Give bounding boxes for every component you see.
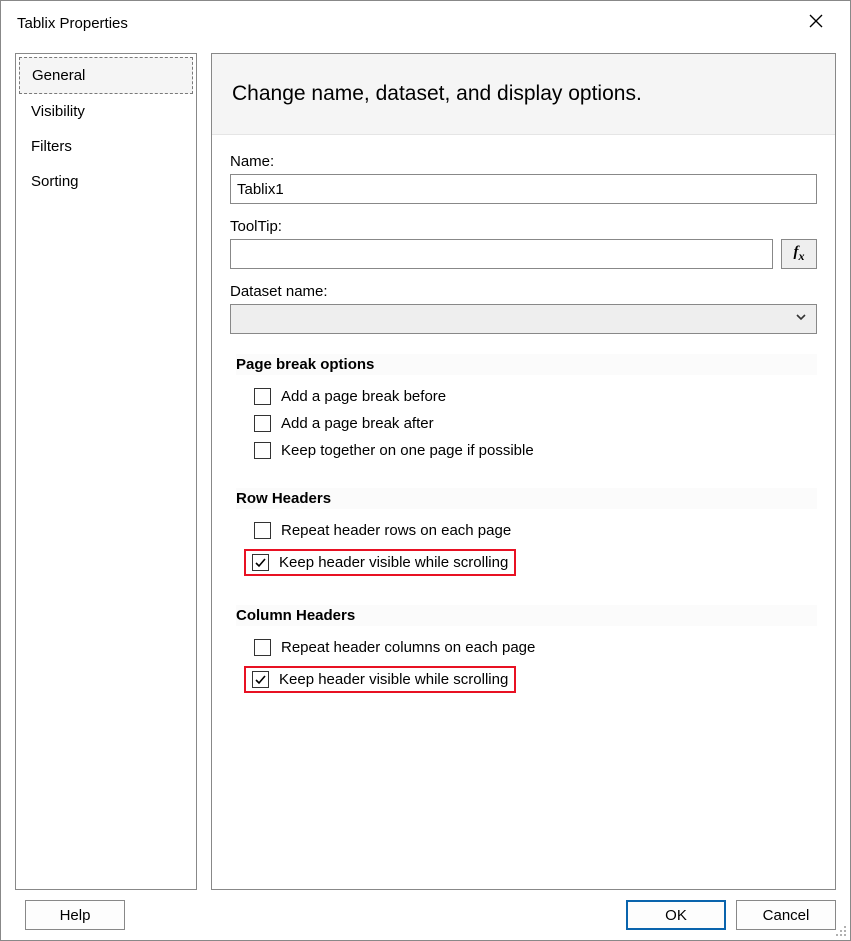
chevron-down-icon xyxy=(794,310,808,328)
titlebar: Tablix Properties xyxy=(1,1,850,45)
tooltip-expression-button[interactable]: fx xyxy=(781,239,817,269)
opt-keep-together[interactable]: Keep together on one page if possible xyxy=(230,437,817,464)
section-row-headers-title: Row Headers xyxy=(236,488,817,509)
checkbox-icon xyxy=(254,388,271,405)
section-column-headers-title: Column Headers xyxy=(236,605,817,626)
resize-grip-icon xyxy=(831,924,847,941)
section-page-break-title: Page break options xyxy=(236,354,817,375)
help-button[interactable]: Help xyxy=(25,900,125,930)
highlight-box: Keep header visible while scrolling xyxy=(244,666,516,693)
sidebar-item-label: Sorting xyxy=(31,173,79,190)
checkbox-label[interactable]: Keep header visible while scrolling xyxy=(279,671,508,688)
opt-page-break-after[interactable]: Add a page break after xyxy=(230,410,817,437)
ok-button[interactable]: OK xyxy=(626,900,726,930)
checkbox-label: Add a page break after xyxy=(281,415,434,432)
dialog-body: General Visibility Filters Sorting Chang… xyxy=(1,45,850,890)
sidebar-item-label: Filters xyxy=(31,138,72,155)
main-panel: Change name, dataset, and display option… xyxy=(211,53,836,890)
checkbox-label: Repeat header columns on each page xyxy=(281,639,535,656)
window-title: Tablix Properties xyxy=(17,15,128,32)
checkbox-icon[interactable] xyxy=(252,671,269,688)
name-input[interactable] xyxy=(230,174,817,204)
button-label: Help xyxy=(60,907,91,924)
opt-page-break-before[interactable]: Add a page break before xyxy=(230,383,817,410)
dialog-footer: Help OK Cancel xyxy=(1,890,850,940)
checkbox-icon xyxy=(254,415,271,432)
checkbox-icon xyxy=(254,522,271,539)
sidebar-item-label: Visibility xyxy=(31,103,85,120)
button-label: OK xyxy=(665,907,687,924)
opt-repeat-header-rows[interactable]: Repeat header rows on each page xyxy=(230,517,817,544)
close-button[interactable] xyxy=(794,6,838,40)
dataset-name-dropdown[interactable] xyxy=(230,304,817,334)
cancel-button[interactable]: Cancel xyxy=(736,900,836,930)
checkbox-label: Add a page break before xyxy=(281,388,446,405)
opt-repeat-header-cols[interactable]: Repeat header columns on each page xyxy=(230,634,817,661)
checkbox-icon xyxy=(254,442,271,459)
sidebar-item-general[interactable]: General xyxy=(19,57,193,94)
highlight-box: Keep header visible while scrolling xyxy=(244,549,516,576)
checkbox-label: Repeat header rows on each page xyxy=(281,522,511,539)
sidebar-item-label: General xyxy=(32,67,85,84)
tooltip-label: ToolTip: xyxy=(230,218,817,235)
sidebar-item-filters[interactable]: Filters xyxy=(19,129,193,164)
checkbox-label: Keep together on one page if possible xyxy=(281,442,534,459)
sidebar-item-visibility[interactable]: Visibility xyxy=(19,94,193,129)
fx-icon: fx xyxy=(794,244,805,264)
opt-col-keep-visible-wrap: Keep header visible while scrolling xyxy=(230,661,817,698)
main-body: Name: ToolTip: fx Dataset name: xyxy=(212,135,835,889)
tooltip-input[interactable] xyxy=(230,239,773,269)
checkbox-icon[interactable] xyxy=(252,554,269,571)
name-label: Name: xyxy=(230,153,817,170)
resize-grip[interactable] xyxy=(831,921,847,937)
tablix-properties-dialog: Tablix Properties General Visibility Fil… xyxy=(0,0,851,941)
dataset-label: Dataset name: xyxy=(230,283,817,300)
checkbox-label[interactable]: Keep header visible while scrolling xyxy=(279,554,508,571)
button-label: Cancel xyxy=(763,907,810,924)
checkbox-icon xyxy=(254,639,271,656)
page-title: Change name, dataset, and display option… xyxy=(212,54,835,135)
close-icon xyxy=(809,14,823,32)
category-sidebar: General Visibility Filters Sorting xyxy=(15,53,197,890)
sidebar-item-sorting[interactable]: Sorting xyxy=(19,164,193,199)
opt-row-keep-visible-row-wrap: Keep header visible while scrolling xyxy=(230,544,817,581)
